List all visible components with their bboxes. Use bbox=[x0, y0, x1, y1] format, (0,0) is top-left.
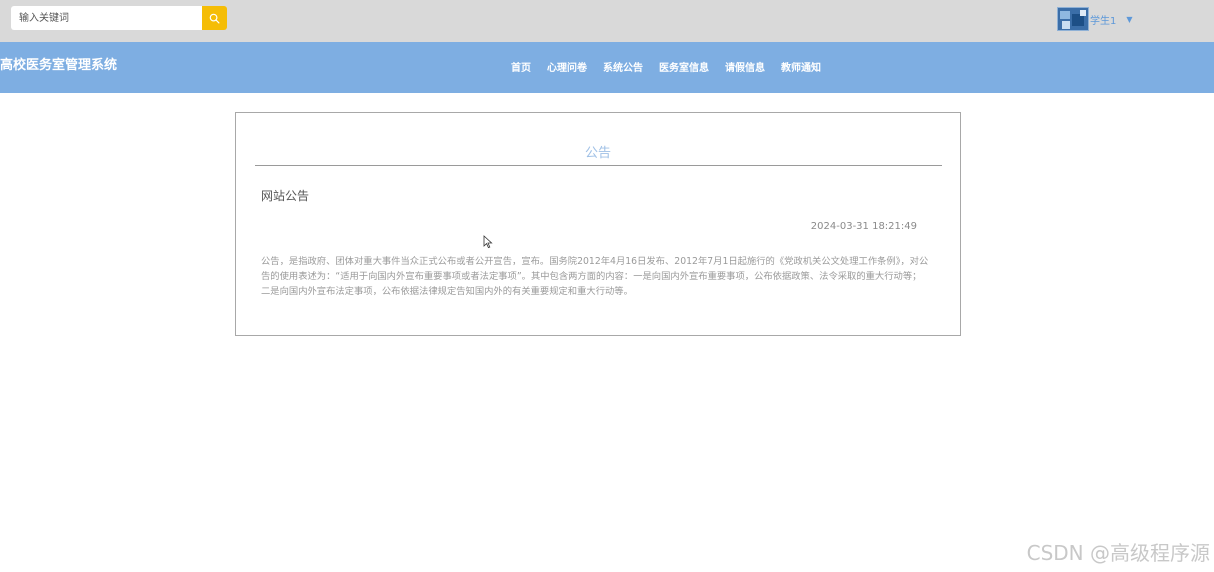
notice-content: 公告，是指政府、团体对重大事件当众正式公布或者公开宣告，宣布。国务院2012年4… bbox=[261, 256, 929, 297]
top-bar: 学生1 ▼ bbox=[0, 0, 1214, 42]
site-brand: 高校医务室管理系统 bbox=[0, 58, 118, 73]
user-name[interactable]: 学生1 bbox=[1090, 12, 1116, 27]
search-icon bbox=[209, 13, 220, 23]
nav-menu: 首页 心理问卷 系统公告 医务室信息 请假信息 教师通知 bbox=[503, 59, 829, 74]
search-box bbox=[11, 6, 227, 30]
nav-item-teacher-notice[interactable]: 教师通知 bbox=[773, 59, 829, 74]
divider bbox=[255, 165, 942, 166]
watermark: CSDN @高级程序源 bbox=[1026, 541, 1210, 565]
chevron-down-icon[interactable]: ▼ bbox=[1126, 15, 1132, 24]
nav-item-system-notice[interactable]: 系统公告 bbox=[595, 59, 651, 74]
search-input[interactable] bbox=[11, 6, 202, 30]
nav-item-home[interactable]: 首页 bbox=[503, 59, 539, 74]
nav-item-psych-survey[interactable]: 心理问卷 bbox=[539, 59, 595, 74]
mouse-cursor-icon bbox=[483, 235, 493, 249]
avatar[interactable] bbox=[1057, 7, 1089, 31]
user-menu[interactable]: 学生1 ▼ bbox=[1057, 7, 1133, 31]
search-button[interactable] bbox=[202, 6, 227, 30]
notice-title: 网站公告 bbox=[261, 189, 310, 203]
section-title: 公告 bbox=[584, 146, 611, 161]
nav-item-clinic-info[interactable]: 医务室信息 bbox=[651, 59, 717, 74]
nav-item-leave-info[interactable]: 请假信息 bbox=[717, 59, 773, 74]
notice-timestamp: 2024-03-31 18:21:49 bbox=[810, 221, 917, 232]
main-navbar: 高校医务室管理系统 首页 心理问卷 系统公告 医务室信息 请假信息 教师通知 bbox=[0, 42, 1214, 93]
notice-detail-card: 公告 网站公告 2024-03-31 18:21:49 公告，是指政府、团体对重… bbox=[235, 112, 961, 336]
